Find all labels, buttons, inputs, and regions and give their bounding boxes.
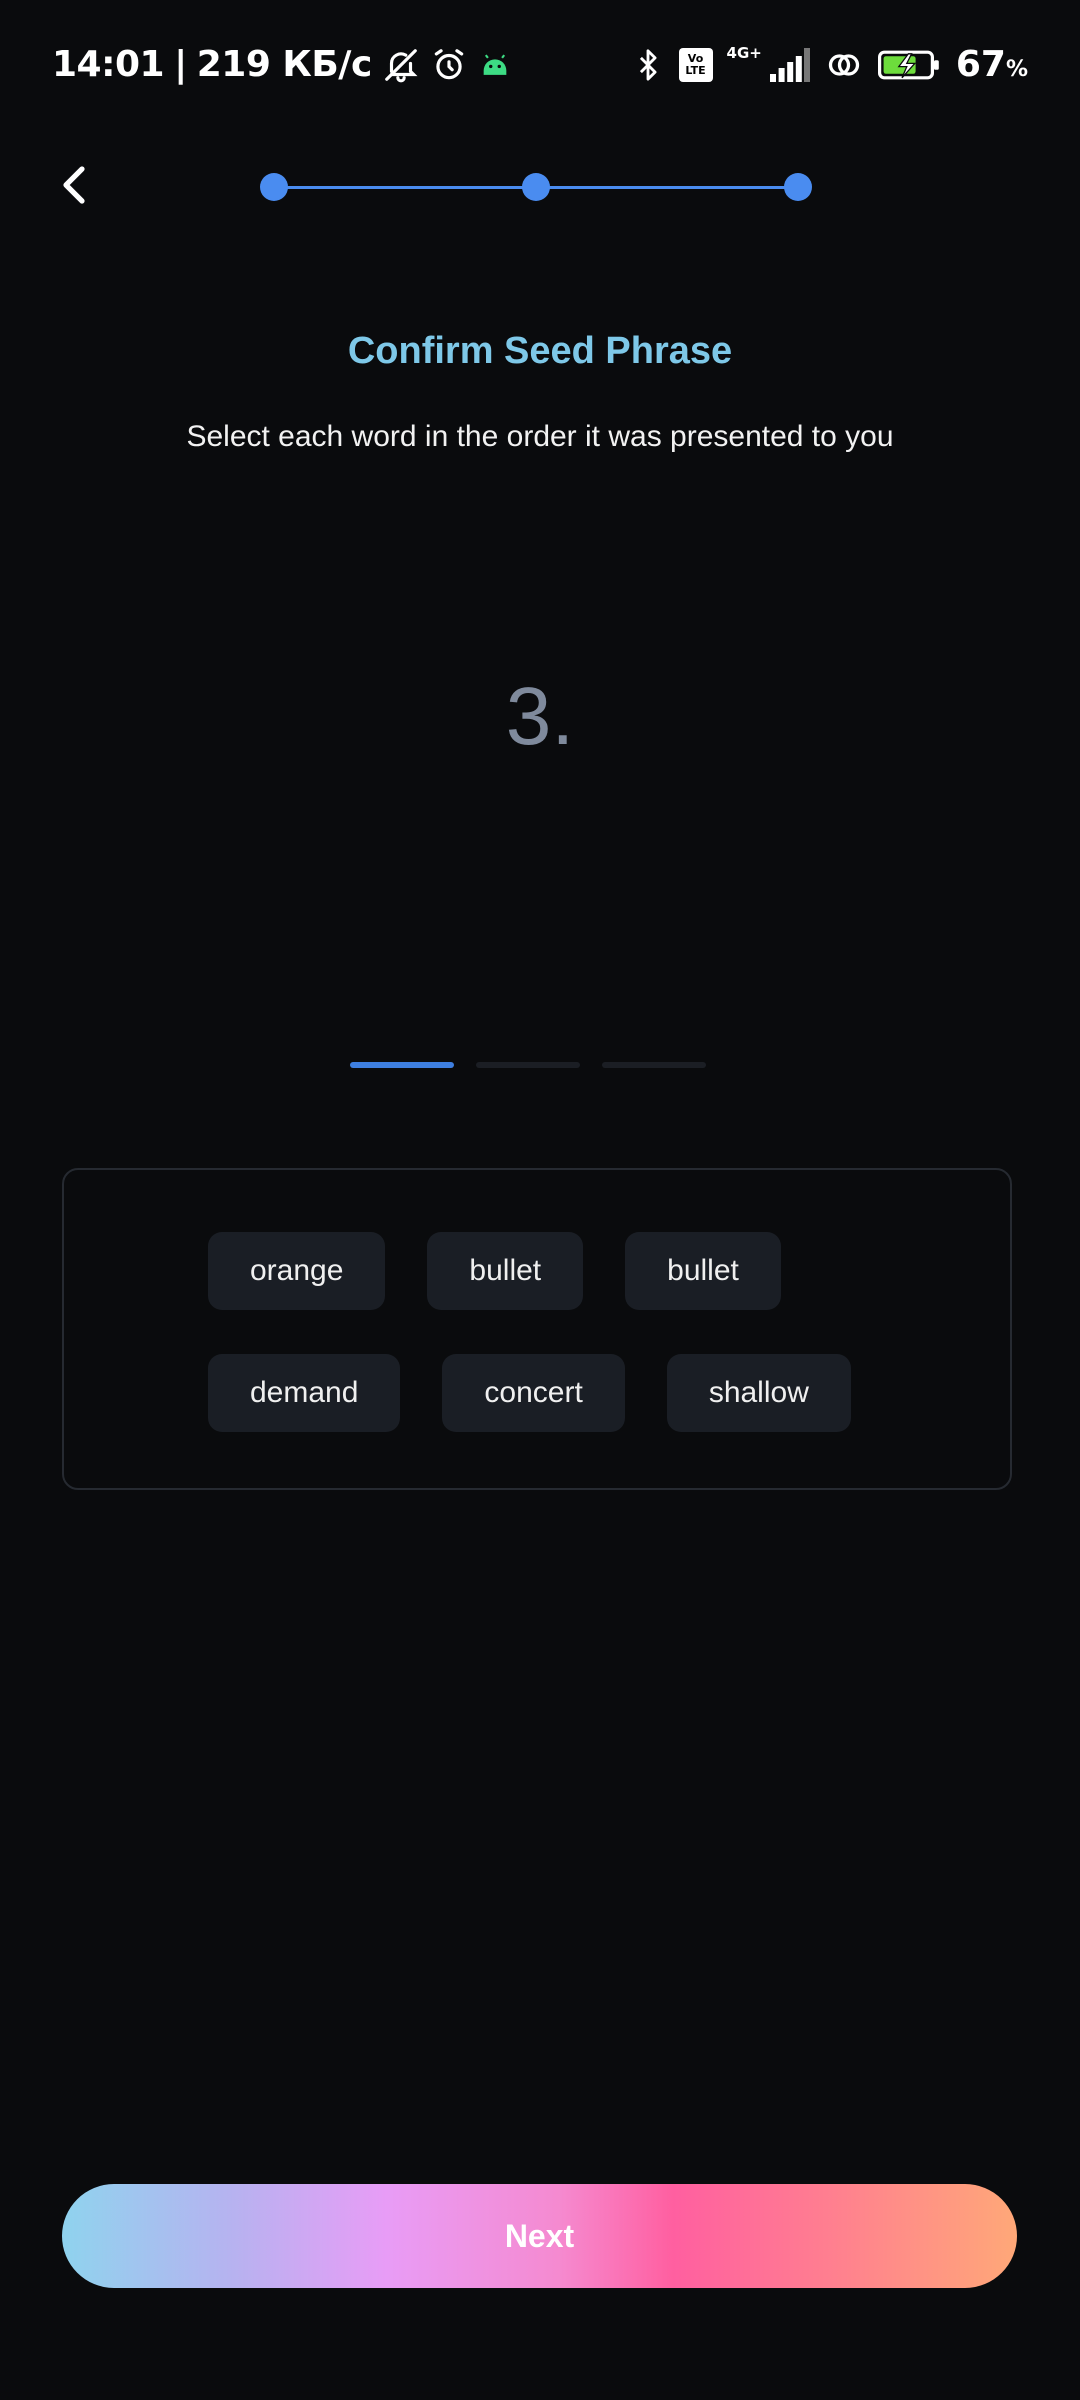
status-speed: 219 КБ/с xyxy=(196,44,373,85)
signal-icon xyxy=(769,47,810,82)
status-right: Vo LTE 4G+ 67% xyxy=(631,44,1028,85)
word-row-2: demand concert shallow xyxy=(208,1354,851,1432)
page-title: Confirm Seed Phrase xyxy=(347,330,733,372)
word-chip-concert[interactable]: concert xyxy=(442,1354,625,1432)
battery-unit: % xyxy=(1005,57,1028,82)
bell-muted-icon xyxy=(382,46,420,84)
word-chip-bullet-2[interactable]: bullet xyxy=(625,1232,781,1310)
word-chip-demand[interactable]: demand xyxy=(208,1354,401,1432)
status-separator: | xyxy=(174,44,187,85)
word-chip-orange[interactable]: orange xyxy=(208,1232,386,1310)
word-options-box: orange bullet bullet demand concert shal… xyxy=(62,1168,1012,1490)
word-chip-bullet[interactable]: bullet xyxy=(427,1232,584,1310)
back-button[interactable] xyxy=(50,160,100,210)
volte-icon: Vo LTE xyxy=(678,47,713,82)
status-bar: 14:01 | 219 КБ/с Vo LTE 4G+ 67% xyxy=(0,0,1080,134)
segment-2 xyxy=(476,1062,580,1068)
word-progress-segments xyxy=(350,1062,706,1068)
bluetooth-icon xyxy=(631,46,665,84)
stepper-dot-2 xyxy=(522,173,550,201)
volte-top: Vo xyxy=(687,51,704,65)
volte-bottom: LTE xyxy=(685,63,706,77)
stepper-dot-1 xyxy=(260,173,288,201)
progress-stepper xyxy=(260,170,812,204)
status-time: 14:01 xyxy=(52,44,165,85)
alarm-icon xyxy=(430,46,468,84)
word-chip-shallow[interactable]: shallow xyxy=(666,1354,851,1432)
segment-3 xyxy=(602,1062,706,1068)
word-row-1: orange bullet bullet xyxy=(208,1232,781,1310)
network-type: 4G+ xyxy=(726,43,762,62)
status-left: 14:01 | 219 КБ/с xyxy=(52,44,512,85)
link-icon xyxy=(824,47,864,83)
segment-1 xyxy=(350,1062,454,1068)
stepper-dot-3 xyxy=(784,173,812,201)
battery-value: 67 xyxy=(955,44,1006,85)
battery-level: 67% xyxy=(956,44,1028,85)
page-subtitle: Select each word in the order it was pre… xyxy=(186,420,894,453)
next-button[interactable]: Next xyxy=(62,2184,1017,2288)
word-index: 3. xyxy=(505,671,575,762)
chevron-left-icon xyxy=(63,166,85,204)
android-icon xyxy=(478,48,512,82)
battery-charging-icon xyxy=(877,49,942,81)
